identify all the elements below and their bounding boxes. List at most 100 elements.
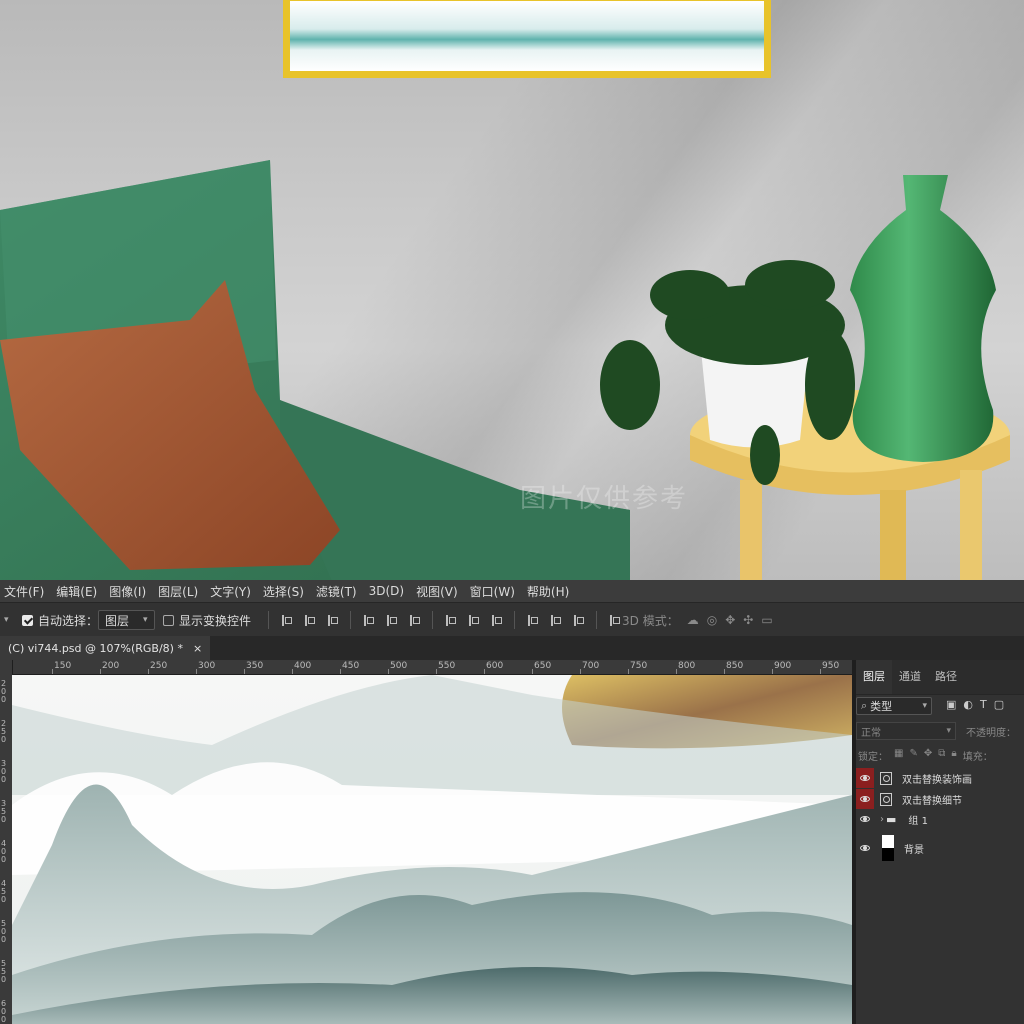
lock-move-icon[interactable]: ✥ xyxy=(924,748,932,763)
show-transform-label: 显示变换控件 xyxy=(179,613,252,628)
align-left-icon[interactable] xyxy=(362,614,375,627)
ruler-tick xyxy=(196,669,197,674)
show-transform-checkbox[interactable] xyxy=(163,614,174,626)
align-right-icon[interactable] xyxy=(408,614,421,627)
ruler-tick xyxy=(292,669,293,674)
chevron-right-icon[interactable]: › xyxy=(880,814,884,825)
layer-filter-dropdown[interactable]: ⌕ 类型 ▾ xyxy=(856,697,932,715)
show-transform-control[interactable]: 显示变换控件 xyxy=(163,603,251,637)
panel-tabs: 图层 通道 路径 xyxy=(856,660,1024,695)
ruler-label: 200 xyxy=(102,661,120,671)
lock-paint-icon[interactable]: ✎ xyxy=(909,748,917,763)
document-tab[interactable]: (C) vi744.psd @ 107%(RGB/8) * × xyxy=(0,636,211,660)
layer-row[interactable]: 背景 xyxy=(856,835,1024,861)
layer-row[interactable]: 双击替换细节 xyxy=(856,789,1024,809)
menu-file[interactable]: 文件(F) xyxy=(4,583,44,600)
slide-3d-icon[interactable]: ✣ xyxy=(743,613,753,627)
auto-select-label: 自动选择： xyxy=(38,613,99,628)
menu-select[interactable]: 选择(S) xyxy=(263,583,304,600)
orbit-3d-icon[interactable]: ☁ xyxy=(687,613,699,627)
background-thumbnail xyxy=(882,835,894,861)
lock-pixels-icon[interactable]: ▦ xyxy=(894,748,903,763)
shape-filter-icon[interactable]: ▢ xyxy=(994,698,1004,711)
layer-name: 双击替换装饰画 xyxy=(902,774,972,786)
distribute-left-icon[interactable] xyxy=(526,614,539,627)
distribute-hcenter-icon[interactable] xyxy=(549,614,562,627)
tab-channels[interactable]: 通道 xyxy=(892,660,928,694)
ruler-label: 300 xyxy=(198,661,216,671)
ruler-tick xyxy=(772,669,773,674)
wall-picture-frame xyxy=(283,0,771,78)
visibility-eye-icon[interactable] xyxy=(856,789,874,809)
align-vcenter-icon[interactable] xyxy=(303,614,316,627)
ruler-label: 900 xyxy=(774,661,792,671)
ruler-label: 600 xyxy=(486,661,504,671)
pan-3d-icon[interactable]: ✥ xyxy=(725,613,735,627)
ruler-label: 150 xyxy=(54,661,72,671)
type-filter-icon[interactable]: T xyxy=(980,698,987,711)
auto-select-control[interactable]: 自动选择： xyxy=(22,603,98,637)
align-top-icon[interactable] xyxy=(280,614,293,627)
auto-align-icon[interactable] xyxy=(608,614,621,627)
tab-paths[interactable]: 路径 xyxy=(928,660,964,694)
tool-preset-chevron[interactable]: ▾ xyxy=(4,603,9,637)
menu-edit[interactable]: 编辑(E) xyxy=(56,583,97,600)
align-hcenter-icon[interactable] xyxy=(385,614,398,627)
ruler-tick xyxy=(580,669,581,674)
chevron-down-icon: ▾ xyxy=(946,726,951,736)
distribute-right-icon[interactable] xyxy=(572,614,585,627)
ruler-label: 250 xyxy=(150,661,168,671)
ruler-tick xyxy=(100,669,101,674)
menu-help[interactable]: 帮助(H) xyxy=(527,583,569,600)
layer-name: 背景 xyxy=(904,844,924,856)
ruler-tick xyxy=(388,669,389,674)
menu-view[interactable]: 视图(V) xyxy=(416,583,458,600)
ruler-label: 300 xyxy=(1,759,7,784)
menu-image[interactable]: 图像(I) xyxy=(109,583,146,600)
ruler-tick xyxy=(628,669,629,674)
menu-window[interactable]: 窗口(W) xyxy=(470,583,515,600)
fill-label: 填充： xyxy=(962,752,993,763)
tab-layers[interactable]: 图层 xyxy=(856,660,892,694)
align-bottom-icon[interactable] xyxy=(326,614,339,627)
room-mockup-photo: 图片仅供参考 xyxy=(0,0,1024,580)
lock-label: 锁定： xyxy=(858,752,888,763)
opacity-label: 不透明度： xyxy=(966,728,1016,739)
ruler-label: 700 xyxy=(582,661,600,671)
menu-3d[interactable]: 3D(D) xyxy=(369,584,404,598)
close-icon[interactable]: × xyxy=(193,642,202,655)
visibility-eye-icon[interactable] xyxy=(856,768,874,788)
blend-mode-dropdown[interactable]: 正常 ▾ xyxy=(856,722,956,740)
auto-select-dropdown[interactable]: 图层 ▾ xyxy=(98,603,155,637)
lock-artboard-icon[interactable]: ⧉ xyxy=(938,748,945,763)
image-filter-icon[interactable]: ▣ xyxy=(946,698,956,711)
adjustment-filter-icon[interactable]: ◐ xyxy=(963,698,973,711)
chevron-down-icon: ▾ xyxy=(922,701,927,711)
ruler-label: 450 xyxy=(342,661,360,671)
mode-3d-label: 3D 模式： xyxy=(622,613,679,628)
document-tab-title: (C) vi744.psd @ 107%(RGB/8) * xyxy=(8,641,183,655)
smart-object-icon xyxy=(880,771,892,785)
distribute-vcenter-icon[interactable] xyxy=(467,614,480,627)
document-canvas[interactable] xyxy=(12,675,852,1024)
divider xyxy=(432,611,433,629)
scale-3d-icon[interactable]: ▭ xyxy=(761,613,772,627)
ruler-label: 350 xyxy=(246,661,264,671)
distribute-bottom-icon[interactable] xyxy=(490,614,503,627)
roll-3d-icon[interactable]: ◎ xyxy=(707,613,717,627)
distribute-top-icon[interactable] xyxy=(444,614,457,627)
menu-layer[interactable]: 图层(L) xyxy=(158,583,198,600)
menu-bar: 文件(F) 编辑(E) 图像(I) 图层(L) 文字(Y) 选择(S) 滤镜(T… xyxy=(0,580,1024,602)
chevron-down-icon: ▾ xyxy=(4,615,9,625)
menu-type[interactable]: 文字(Y) xyxy=(210,583,251,600)
menu-filter[interactable]: 滤镜(T) xyxy=(316,583,357,600)
layer-row[interactable]: 双击替换装饰画 xyxy=(856,768,1024,788)
lock-all-icon[interactable]: 🔒︎ xyxy=(951,748,956,763)
layer-row[interactable]: › ▬ 组 1 xyxy=(856,809,1024,829)
visibility-eye-icon[interactable] xyxy=(856,836,874,860)
ruler-label: 650 xyxy=(534,661,552,671)
visibility-eye-icon[interactable] xyxy=(856,809,874,829)
ruler-tick xyxy=(148,669,149,674)
ruler-tick xyxy=(244,669,245,674)
auto-select-checkbox[interactable] xyxy=(22,614,33,626)
